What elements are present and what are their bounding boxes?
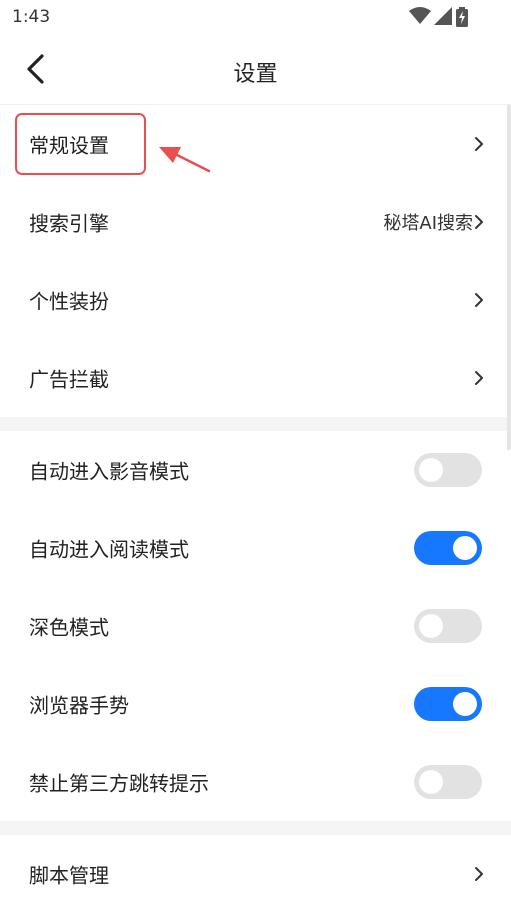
settings-row-auto-reading-mode: 自动进入阅读模式: [0, 509, 511, 587]
status-icons: [409, 7, 473, 27]
signal-icon: [434, 7, 452, 25]
arrow-annotation-icon: [159, 147, 211, 173]
settings-row-block-redirect-prompt: 禁止第三方跳转提示: [0, 743, 511, 821]
row-label: 自动进入影音模式: [29, 459, 189, 484]
chevron-right-icon: [475, 371, 483, 385]
settings-row-ad-block[interactable]: 广告拦截: [0, 339, 511, 417]
auto-media-mode-toggle[interactable]: [414, 453, 482, 487]
toggle-knob: [419, 458, 443, 482]
row-label: 搜索引擎: [29, 211, 109, 236]
chevron-right-icon: [475, 867, 483, 881]
page-title: 设置: [233, 62, 278, 87]
row-label: 深色模式: [29, 615, 109, 640]
settings-row-browser-gestures: 浏览器手势: [0, 665, 511, 743]
chevron-right-icon: [475, 137, 483, 151]
scrollbar[interactable]: [507, 105, 511, 450]
row-label: 浏览器手势: [29, 693, 129, 718]
toggle-knob: [453, 536, 477, 560]
auto-reading-mode-toggle[interactable]: [414, 531, 482, 565]
settings-row-personalize[interactable]: 个性装扮: [0, 261, 511, 339]
chevron-right-icon: [475, 215, 483, 229]
dark-mode-toggle[interactable]: [414, 609, 482, 643]
row-label: 禁止第三方跳转提示: [29, 771, 209, 796]
row-label: 个性装扮: [29, 289, 109, 314]
row-label: 自动进入阅读模式: [29, 537, 189, 562]
settings-row-auto-media-mode: 自动进入影音模式: [0, 431, 511, 509]
row-label: 广告拦截: [29, 367, 109, 392]
chevron-right-icon: [475, 293, 483, 307]
settings-row-search-engine[interactable]: 搜索引擎 秘塔AI搜索: [0, 183, 511, 261]
section-divider: [0, 417, 511, 431]
toggle-knob: [419, 770, 443, 794]
row-label: 脚本管理: [29, 863, 109, 888]
search-engine-value: 秘塔AI搜索: [383, 213, 473, 234]
battery-charging-icon: [456, 7, 468, 27]
header: 设置: [0, 34, 511, 104]
browser-gestures-toggle[interactable]: [414, 687, 482, 721]
wifi-icon: [409, 7, 431, 24]
status-time: 1:43: [12, 7, 51, 27]
settings-row-script-manager[interactable]: 脚本管理: [0, 835, 511, 913]
toggle-knob: [453, 692, 477, 716]
toggle-knob: [419, 614, 443, 638]
highlight-box: [15, 113, 146, 175]
status-bar: 1:43: [0, 0, 511, 34]
section-divider: [0, 821, 511, 835]
block-redirect-prompt-toggle[interactable]: [414, 765, 482, 799]
settings-row-dark-mode: 深色模式: [0, 587, 511, 665]
